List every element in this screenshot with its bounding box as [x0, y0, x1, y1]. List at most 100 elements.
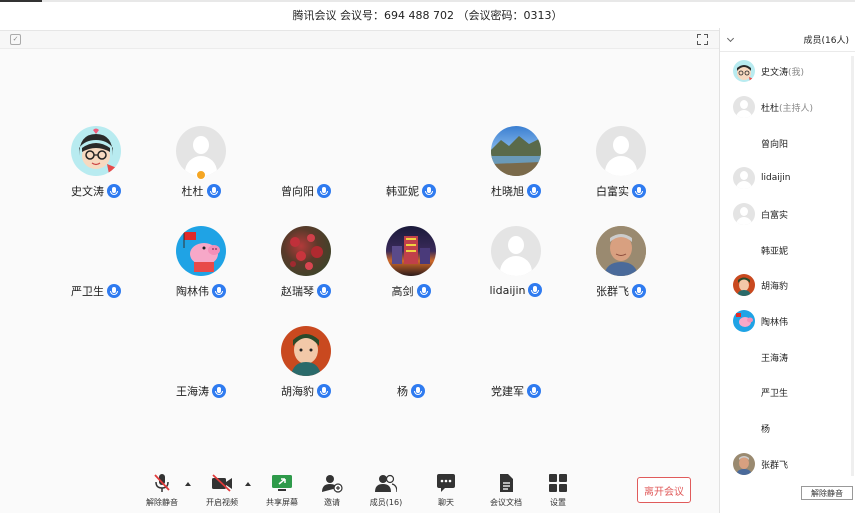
- participant-tile[interactable]: 曾向阳: [256, 126, 356, 216]
- participant-name: 韩亚妮: [386, 185, 419, 198]
- participant-tile[interactable]: 王海涛: [151, 326, 251, 416]
- participant-tile[interactable]: 高剑: [361, 226, 461, 316]
- member-name: 张群飞: [761, 460, 789, 471]
- avatar: [281, 226, 331, 276]
- participant-name: 赵瑞琴: [281, 285, 314, 298]
- member-list-item[interactable]: 杜杜(主持人): [720, 90, 855, 124]
- mic-icon: [632, 184, 646, 198]
- unmute-button[interactable]: 解除静音: [138, 473, 186, 513]
- members-scrollbar[interactable]: [851, 56, 854, 476]
- avatar: [733, 274, 755, 296]
- participant-name: lidaijin: [489, 283, 526, 297]
- mic-icon: [416, 284, 431, 298]
- participant-tile[interactable]: 杨: [361, 326, 461, 416]
- members-button[interactable]: 成员(16): [362, 473, 410, 513]
- member-name: lidaijin: [761, 173, 791, 183]
- chat-button[interactable]: 聊天: [422, 473, 470, 513]
- participant-tile[interactable]: 胡海豹: [256, 326, 356, 416]
- member-name: 王海涛: [761, 353, 789, 364]
- members-label: 成员(16): [369, 498, 403, 507]
- member-list-item[interactable]: lidaijin: [720, 161, 855, 195]
- settings-button[interactable]: 设置: [534, 473, 582, 513]
- member-list-item[interactable]: 白富实: [720, 197, 855, 231]
- member-list-item[interactable]: 陶林伟: [720, 304, 855, 338]
- avatar: [281, 326, 331, 376]
- participant-tile[interactable]: 史文涛: [46, 126, 146, 216]
- document-icon: [495, 473, 517, 493]
- member-name: 严卫生: [761, 388, 789, 399]
- participant-tile[interactable]: 陶林伟: [151, 226, 251, 316]
- member-list-item[interactable]: 韩亚妮: [720, 233, 855, 267]
- avatar: [596, 226, 646, 276]
- shield-icon[interactable]: ✓: [10, 34, 21, 45]
- member-list-item[interactable]: 曾向阳: [720, 126, 855, 160]
- participant-tile[interactable]: 张群飞: [571, 226, 671, 316]
- avatar: [733, 96, 755, 118]
- participant-name: 高剑: [391, 285, 414, 298]
- settings-grid-icon: [547, 473, 569, 493]
- participant-name: 白富实: [596, 185, 629, 198]
- avatar: [176, 226, 226, 276]
- participant-tile[interactable]: 白富实: [571, 126, 671, 216]
- member-name: 杨: [761, 424, 771, 435]
- member-list-item[interactable]: 史文涛(我): [720, 54, 855, 88]
- mic-icon: [632, 284, 646, 298]
- member-list-item[interactable]: 张群飞: [720, 447, 855, 481]
- participant-name: 曾向阳: [281, 185, 314, 198]
- participant-tile[interactable]: 韩亚妮: [361, 126, 461, 216]
- member-list-item[interactable]: 杨: [720, 411, 855, 445]
- video-options-chevron-icon[interactable]: [245, 482, 251, 486]
- member-name: 陶林伟: [761, 317, 789, 328]
- participant-name: 杜晓旭: [491, 185, 524, 198]
- participant-name: 胡海豹: [281, 385, 314, 398]
- participant-tile[interactable]: 赵瑞琴: [256, 226, 356, 316]
- mic-icon: [206, 184, 221, 198]
- participant-tile[interactable]: 严卫生: [46, 226, 146, 316]
- start-video-label: 开启视频: [206, 498, 238, 507]
- fullscreen-icon[interactable]: [697, 34, 708, 45]
- participant-name: 党建军: [491, 385, 524, 398]
- mic-icon: [317, 384, 331, 398]
- member-name: 韩亚妮: [761, 246, 789, 257]
- participant-tile[interactable]: 杜杜: [151, 126, 251, 216]
- share-screen-icon: [271, 473, 293, 493]
- member-role: (我): [788, 67, 805, 78]
- member-list-item[interactable]: 严卫生: [720, 375, 855, 409]
- avatar: [733, 60, 755, 82]
- members-panel-header: 成员(16人): [720, 28, 855, 52]
- meeting-docs-label: 会议文档: [490, 498, 522, 507]
- avatar: [386, 226, 436, 276]
- participant-name: 杨: [397, 385, 408, 398]
- participant-tile[interactable]: 杜晓旭: [466, 126, 566, 216]
- member-list-item[interactable]: 胡海豹: [720, 268, 855, 302]
- mic-icon: [107, 184, 121, 198]
- chat-label: 聊天: [438, 498, 454, 507]
- participant-tile[interactable]: 党建军: [466, 326, 566, 416]
- members-panel-title: 成员(16人): [803, 36, 849, 46]
- member-name: 史文涛: [761, 67, 789, 78]
- meeting-toolbar: 解除静音 开启视频 共享屏幕 邀请 成员(16) 聊天 会议文档 设置: [0, 467, 719, 513]
- share-screen-button[interactable]: 共享屏幕: [258, 473, 306, 513]
- avatar: [71, 126, 121, 176]
- leave-meeting-button[interactable]: 离开会议: [637, 477, 691, 503]
- avatar: [491, 126, 541, 176]
- participant-name: 陶林伟: [176, 285, 209, 298]
- mic-icon: [212, 284, 226, 298]
- member-name: 曾向阳: [761, 139, 789, 150]
- muted-mic-icon: [151, 473, 173, 493]
- participant-name: 史文涛: [71, 185, 104, 198]
- collapse-chevron-icon[interactable]: [726, 34, 735, 42]
- start-video-button[interactable]: 开启视频: [198, 473, 246, 513]
- member-list-item[interactable]: 王海涛: [720, 340, 855, 374]
- audio-options-chevron-icon[interactable]: [185, 482, 191, 486]
- invite-user-icon: [321, 473, 343, 493]
- unmute-all-button[interactable]: 解除静音: [801, 486, 853, 500]
- participant-name: 严卫生: [71, 285, 104, 298]
- avatar: [596, 126, 646, 176]
- invite-button[interactable]: 邀请: [308, 473, 356, 513]
- participant-tile[interactable]: lidaijin: [466, 226, 566, 316]
- members-icon: [375, 473, 398, 493]
- meeting-docs-button[interactable]: 会议文档: [482, 473, 530, 513]
- member-role: (主持人): [779, 103, 814, 114]
- avatar: [491, 226, 541, 276]
